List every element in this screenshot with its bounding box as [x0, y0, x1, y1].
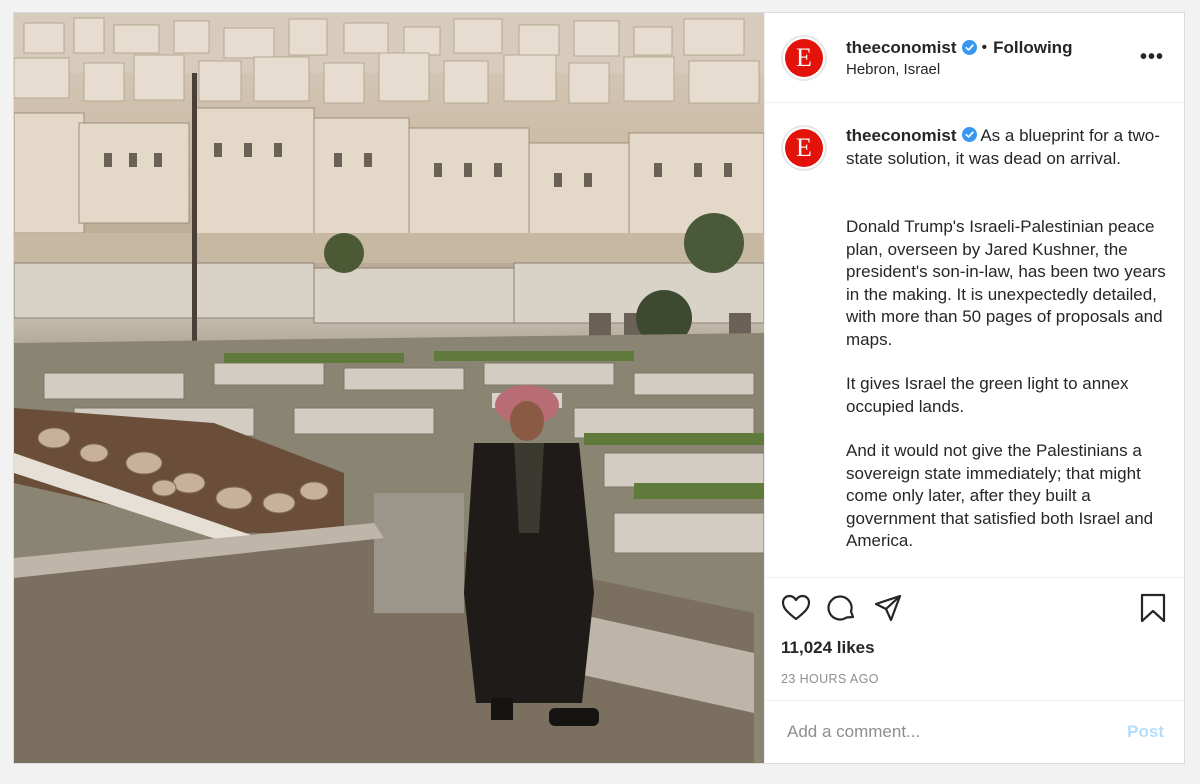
economist-logo: E [785, 129, 823, 167]
comments-area: E theeconomist As a blueprint for a two-… [765, 103, 1184, 577]
bookmark-icon[interactable] [1138, 593, 1168, 623]
caption: E theeconomist As a blueprint for a two-… [781, 125, 1168, 553]
profile-avatar[interactable]: E [781, 34, 827, 81]
photo-illustration [14, 13, 764, 763]
heart-icon[interactable] [781, 593, 811, 623]
caption-paragraph: Donald Trump's Israeli-Palestinian peace… [846, 217, 1166, 349]
separator-dot: • [981, 38, 988, 56]
caption-paragraph: And it would not give the Palestinians a… [846, 441, 1154, 550]
verified-badge-icon [961, 126, 977, 142]
post-comment-button[interactable]: Post [1127, 722, 1164, 742]
action-icons [781, 578, 1168, 638]
header-row: theeconomist • Following [846, 38, 1072, 58]
comment-input[interactable] [785, 721, 1128, 743]
caption-username[interactable]: theeconomist [846, 126, 957, 145]
post-side-panel: E theeconomist • Following Hebron, Israe… [764, 13, 1184, 763]
location-link[interactable]: Hebron, Israel [846, 61, 1072, 78]
following-button[interactable]: Following [993, 38, 1072, 58]
more-options-icon[interactable]: ••• [1140, 47, 1164, 67]
share-icon[interactable] [873, 593, 903, 623]
instagram-post: E theeconomist • Following Hebron, Israe… [13, 12, 1185, 764]
header-text: theeconomist • Following Hebron, Israel [846, 38, 1072, 78]
comment-icon[interactable] [827, 593, 857, 623]
post-photo[interactable] [14, 13, 764, 763]
caption-body: theeconomist As a blueprint for a two-st… [846, 125, 1168, 553]
likes-count[interactable]: 11,024 likes [781, 638, 1168, 658]
economist-logo: E [785, 38, 823, 77]
post-header: E theeconomist • Following Hebron, Israe… [765, 13, 1184, 103]
comment-box: Post [765, 700, 1184, 763]
caption-avatar[interactable]: E [781, 125, 827, 171]
verified-badge-icon [961, 40, 977, 55]
caption-lead: theeconomist As a blueprint for a two-st… [846, 125, 1168, 170]
caption-paragraph: It gives Israel the green light to annex… [846, 374, 1129, 416]
header-username[interactable]: theeconomist [846, 38, 957, 58]
post-timestamp[interactable]: 23 HOURS AGO [781, 672, 1168, 700]
post-actions: 11,024 likes 23 HOURS AGO [765, 577, 1184, 700]
